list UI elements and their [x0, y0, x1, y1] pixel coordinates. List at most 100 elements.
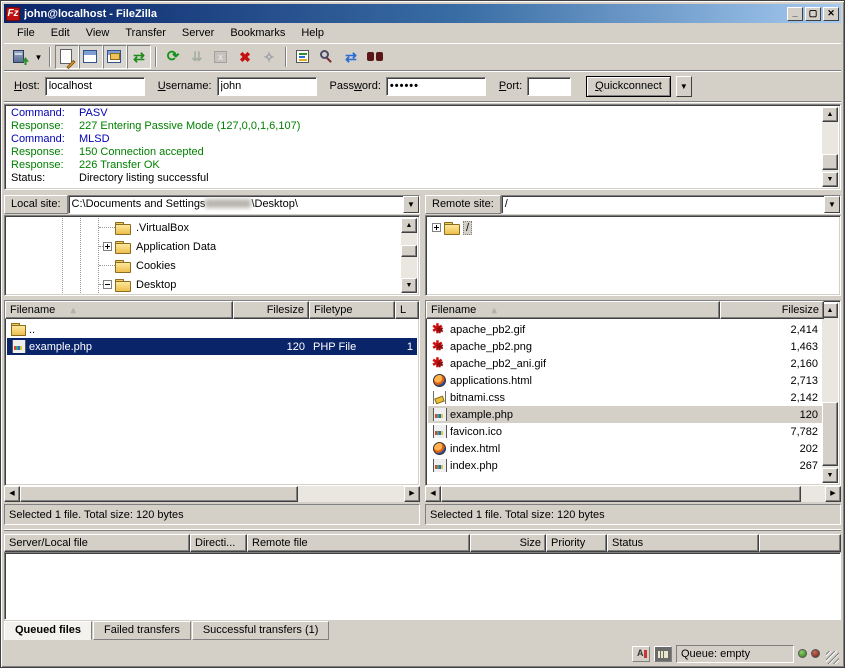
remote-pane: Remote site: / ▼ / Filename▲ F — [425, 194, 841, 525]
log-scrollbar[interactable]: ▲ ▼ — [822, 107, 838, 187]
tree-item[interactable]: Application Data — [7, 237, 417, 256]
local-pane: Local site: C:\Documents and Settings\De… — [4, 194, 420, 525]
queue-column-direction[interactable]: Directi... — [190, 534, 247, 552]
column-header-filetype[interactable]: Filetype — [309, 301, 395, 319]
queue-list-area[interactable] — [4, 552, 841, 620]
menu-edit[interactable]: Edit — [44, 25, 77, 41]
scroll-thumb[interactable] — [822, 402, 838, 466]
remote-hscrollbar[interactable]: ◀ ▶ — [425, 486, 841, 502]
tab-failed-transfers[interactable]: Failed transfers — [93, 621, 191, 640]
scroll-left-icon[interactable]: ◀ — [425, 486, 441, 502]
transfer-type-indicator-icon[interactable] — [632, 646, 650, 662]
scroll-down-icon[interactable]: ▼ — [822, 172, 838, 187]
toggle-transfer-queue-button[interactable]: ⇄ — [127, 45, 151, 69]
toggle-remote-tree-button[interactable] — [103, 45, 127, 69]
column-header-filesize[interactable]: Filesize — [233, 301, 309, 319]
tree-item[interactable]: Cookies — [7, 256, 417, 275]
file-row[interactable]: bitnami.css2,142 — [428, 389, 822, 406]
synchronized-browsing-button[interactable]: ⇄ — [339, 45, 363, 69]
disconnect-button[interactable]: ✖ — [233, 45, 257, 69]
file-row[interactable]: applications.html2,713 — [428, 372, 822, 389]
queue-column-status[interactable]: Status — [607, 534, 759, 552]
title-bar[interactable]: Fz john@localhost - FileZilla _ ▢ ✕ — [4, 4, 841, 23]
minimize-button[interactable]: _ — [787, 7, 803, 21]
scroll-up-icon[interactable]: ▲ — [401, 218, 417, 233]
file-row[interactable]: index.php267 — [428, 457, 822, 474]
file-row[interactable]: favicon.ico7,782 — [428, 423, 822, 440]
column-header-filename[interactable]: Filename▲ — [5, 301, 233, 319]
menu-file[interactable]: File — [10, 25, 42, 41]
file-row-selected[interactable]: example.php120 — [428, 406, 822, 423]
queue-column-serverlocal[interactable]: Server/Local file — [4, 534, 190, 552]
column-header-filename[interactable]: Filename▲ — [426, 301, 720, 319]
remote-path: / — [502, 196, 824, 213]
queue-column-priority[interactable]: Priority — [546, 534, 607, 552]
scroll-down-icon[interactable]: ▼ — [822, 468, 838, 483]
process-queue-button[interactable]: ⇊ — [185, 45, 209, 69]
toggle-local-tree-button[interactable] — [79, 45, 103, 69]
expand-minus-icon[interactable] — [103, 280, 112, 289]
find-files-button[interactable] — [363, 45, 387, 69]
toggle-message-log-button[interactable] — [55, 45, 79, 69]
refresh-button[interactable]: ⟳ — [161, 45, 185, 69]
file-row[interactable]: apache_pb2.gif2,414 — [428, 321, 822, 338]
queue-column-remotefile[interactable]: Remote file — [247, 534, 470, 552]
scroll-up-icon[interactable]: ▲ — [822, 303, 838, 318]
tab-successful-transfers[interactable]: Successful transfers (1) — [192, 621, 330, 640]
file-row[interactable]: apache_pb2_ani.gif2,160 — [428, 355, 822, 372]
scroll-thumb[interactable] — [822, 154, 838, 170]
tree-item[interactable]: .VirtualBox — [7, 218, 417, 237]
port-input[interactable] — [527, 77, 571, 96]
site-manager-button[interactable] — [8, 45, 32, 69]
quickconnect-button[interactable]: Quickconnect — [586, 76, 671, 97]
remote-list-scrollbar[interactable]: ▲ ▼ — [822, 303, 838, 483]
chevron-down-icon[interactable]: ▼ — [403, 196, 419, 213]
tree-item[interactable]: Desktop — [7, 275, 417, 294]
menu-bookmarks[interactable]: Bookmarks — [223, 25, 292, 41]
php-file-icon — [432, 408, 447, 421]
column-header-lastmodified[interactable]: L — [395, 301, 419, 319]
local-site-combo[interactable]: C:\Documents and Settings\Desktop\ ▼ — [68, 195, 420, 214]
host-input[interactable] — [45, 77, 145, 96]
queue-column-size[interactable]: Size — [470, 534, 546, 552]
refresh-icon: ⟳ — [164, 48, 182, 66]
scroll-thumb[interactable] — [401, 245, 417, 257]
resize-grip[interactable] — [826, 651, 839, 664]
quickconnect-dropdown[interactable]: ▼ — [676, 76, 692, 97]
file-row-parent[interactable]: .. — [7, 321, 417, 338]
menu-transfer[interactable]: Transfer — [118, 25, 173, 41]
scroll-right-icon[interactable]: ▶ — [825, 486, 841, 502]
file-row-selected[interactable]: example.php 120 PHP File 1 — [7, 338, 417, 355]
column-header-filesize[interactable]: Filesize — [720, 301, 824, 319]
local-tree-scrollbar[interactable]: ▲ ▼ — [401, 218, 417, 293]
expand-plus-icon[interactable] — [103, 242, 112, 251]
directory-comparison-button[interactable] — [315, 45, 339, 69]
scroll-up-icon[interactable]: ▲ — [822, 107, 838, 122]
tab-queued-files[interactable]: Queued files — [4, 621, 92, 640]
scroll-thumb[interactable] — [441, 486, 801, 502]
file-row[interactable]: apache_pb2.png1,463 — [428, 338, 822, 355]
username-input[interactable] — [217, 77, 317, 96]
scroll-left-icon[interactable]: ◀ — [4, 486, 20, 502]
expand-plus-icon[interactable] — [432, 223, 441, 232]
scroll-right-icon[interactable]: ▶ — [404, 486, 420, 502]
remote-site-combo[interactable]: / ▼ — [501, 195, 841, 214]
tree-item-root[interactable]: / — [428, 218, 838, 237]
menu-help[interactable]: Help — [294, 25, 331, 41]
menu-view[interactable]: View — [79, 25, 117, 41]
file-row[interactable]: index.html202 — [428, 440, 822, 457]
password-input[interactable] — [386, 77, 486, 96]
filter-button[interactable] — [291, 45, 315, 69]
chevron-down-icon[interactable]: ▼ — [824, 196, 840, 213]
cancel-operation-button[interactable]: x — [209, 45, 233, 69]
sync-browsing-icon: ⇄ — [342, 48, 360, 66]
close-button[interactable]: ✕ — [823, 7, 839, 21]
reconnect-button[interactable]: ✧ — [257, 45, 281, 69]
menu-server[interactable]: Server — [175, 25, 221, 41]
local-hscrollbar[interactable]: ◀ ▶ — [4, 486, 420, 502]
encryption-indicator-icon[interactable] — [654, 646, 672, 662]
scroll-thumb[interactable] — [20, 486, 298, 502]
scroll-down-icon[interactable]: ▼ — [401, 278, 417, 293]
maximize-button[interactable]: ▢ — [805, 7, 821, 21]
site-manager-dropdown[interactable]: ▼ — [32, 45, 45, 69]
